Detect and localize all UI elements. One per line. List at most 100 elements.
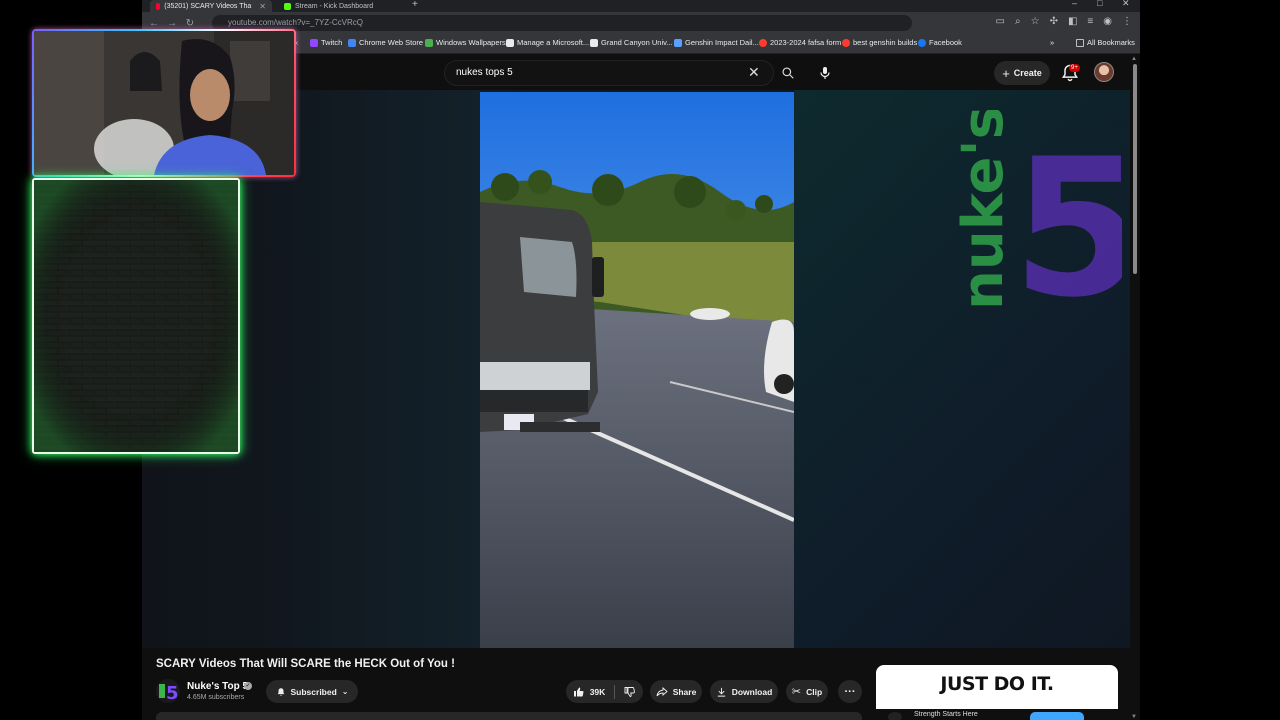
tab-strip: (35201) SCARY Videos Tha ✕ Stream - Kick…	[142, 0, 1140, 12]
bookmark-chrome-web-store[interactable]: Chrome Web Store	[348, 38, 423, 47]
download-button[interactable]: Download	[710, 680, 778, 703]
share-label: Share	[672, 686, 697, 697]
new-tab-icon[interactable]: +	[412, 0, 418, 10]
clear-search-icon[interactable]: ✕	[748, 64, 760, 81]
search-icon	[782, 67, 794, 79]
bookmark-label: Manage a Microsoft...	[517, 38, 590, 47]
side-panel-icon[interactable]: ◧	[1068, 16, 1077, 27]
download-label: Download	[731, 686, 773, 697]
svg-text:5: 5	[166, 683, 179, 703]
microsoft-icon	[506, 38, 514, 47]
bookmark-genshin-builds[interactable]: best genshin builds	[842, 38, 917, 47]
back-icon[interactable]: ←	[145, 18, 163, 29]
scissors-icon: ✂	[791, 686, 802, 698]
facebook-icon	[918, 38, 926, 47]
browser-toolbar: ▭ ⌕ ☆ ✣ ◧ ≡ ◉ ⋮	[996, 16, 1132, 27]
chevron-down-icon: ⌄	[341, 687, 349, 696]
profile-icon[interactable]: ◉	[1103, 16, 1112, 27]
brick-wall-background	[34, 180, 238, 452]
bookmark-windows-wallpapers[interactable]: Windows Wallpapers	[425, 38, 506, 47]
wallpaper-icon	[425, 38, 433, 47]
close-window-icon[interactable]: ✕	[1122, 0, 1130, 9]
maximize-icon[interactable]: □	[1097, 0, 1102, 8]
bookmark-label: Genshin Impact Dail...	[685, 38, 759, 47]
neon-frame-overlay	[32, 178, 240, 454]
twitch-icon	[310, 38, 318, 47]
share-icon	[656, 686, 668, 696]
cast-icon[interactable]: ▭	[996, 16, 1005, 27]
scroll-thumb[interactable]	[1133, 64, 1137, 274]
search-input[interactable]: nukes tops 5	[444, 60, 774, 86]
browser-menu-icon[interactable]: ⋮	[1122, 16, 1132, 27]
svg-text:nuke's: nuke's	[951, 110, 1016, 310]
page-icon	[590, 38, 598, 47]
like-count: 39K	[589, 686, 606, 697]
more-actions-button[interactable]: ···	[838, 680, 862, 703]
account-avatar[interactable]	[1094, 62, 1114, 82]
thumbs-down-icon[interactable]	[624, 686, 636, 698]
bookmark-grand-canyon[interactable]: Grand Canyon Univ...	[590, 38, 673, 47]
ad-cta-button[interactable]	[1030, 712, 1084, 720]
like-dislike-group: 39K	[566, 680, 643, 703]
ad-panel[interactable]: JUST DO IT. Strength Starts Here	[876, 665, 1118, 720]
description-box[interactable]	[156, 712, 862, 720]
scroll-down-icon[interactable]: ▼	[1131, 714, 1137, 720]
tab-label: (35201) SCARY Videos Tha	[164, 2, 252, 10]
video-frame	[480, 92, 794, 648]
bookmark-fafsa[interactable]: 2023-2024 fafsa form	[759, 38, 841, 47]
extensions-icon[interactable]: ✣	[1050, 16, 1058, 27]
all-bookmarks-label: All Bookmarks	[1087, 38, 1135, 47]
plus-icon: +	[1002, 65, 1010, 81]
create-button[interactable]: + Create	[994, 61, 1050, 85]
channel-logo-watermark: nuke's 5	[951, 110, 1122, 310]
tab-kick-dashboard[interactable]: Stream - Kick Dashboard	[278, 0, 403, 12]
bookmark-twitch[interactable]: Twitch	[310, 38, 342, 47]
tab-youtube[interactable]: (35201) SCARY Videos Tha ✕	[150, 0, 272, 12]
bookmark-label: Twitch	[321, 38, 343, 47]
video-background-left	[292, 90, 480, 648]
chrome-web-store-icon	[348, 38, 356, 47]
bookmark-label: Chrome Web Store	[359, 38, 424, 47]
bookmark-microsoft[interactable]: Manage a Microsoft...	[506, 38, 589, 47]
share-button[interactable]: Share	[650, 680, 702, 703]
svg-text:5: 5	[1012, 118, 1122, 310]
video-title: SCARY Videos That Will SCARE the HECK Ou…	[156, 658, 455, 670]
ad-subtext: Strength Starts Here	[914, 711, 978, 718]
clip-button[interactable]: ✂ Clip	[786, 680, 828, 703]
page-scrollbar[interactable]: ▲ ▼	[1130, 56, 1140, 720]
bookmark-genshin-daily[interactable]: Genshin Impact Dail...	[674, 38, 759, 47]
bell-icon	[277, 687, 284, 696]
kick-favicon-icon	[284, 2, 291, 10]
search-button[interactable]	[774, 60, 802, 86]
channel-name[interactable]: Nuke's Top 5	[187, 681, 248, 692]
divider	[614, 684, 616, 699]
minimize-icon[interactable]: –	[1072, 0, 1077, 8]
bookmark-label: Grand Canyon Univ...	[601, 38, 673, 47]
youtube-favicon-icon	[156, 2, 161, 10]
scroll-up-icon[interactable]: ▲	[1131, 56, 1137, 62]
zoom-icon[interactable]: ⌕	[1015, 16, 1021, 27]
like-button[interactable]: 39K	[573, 686, 606, 698]
close-tab-icon[interactable]: ✕	[259, 2, 266, 11]
tab-label: Stream - Kick Dashboard	[295, 2, 374, 10]
voice-search-button[interactable]	[812, 60, 838, 86]
channel-avatar[interactable]: 5	[156, 679, 180, 703]
notification-badge: 9+	[1069, 64, 1080, 72]
fafsa-icon	[759, 38, 767, 47]
bookmark-label: Facebook	[929, 38, 962, 47]
genshin-builds-icon	[842, 38, 850, 47]
bookmark-facebook[interactable]: Facebook	[918, 38, 962, 47]
advertiser-logo	[888, 712, 902, 720]
all-bookmarks[interactable]: All Bookmarks	[1076, 38, 1135, 47]
forward-icon[interactable]: →	[163, 18, 181, 29]
ad-headline: JUST DO IT.	[940, 673, 1054, 695]
reload-icon[interactable]: ↻	[181, 18, 199, 29]
screen: (35201) SCARY Videos Tha ✕ Stream - Kick…	[0, 0, 1280, 720]
url-field[interactable]: youtube.com/watch?v=_7YZ-CcVRcQ	[212, 15, 912, 31]
subscribed-button[interactable]: Subscribed ⌄	[266, 680, 358, 703]
bookmark-star-icon[interactable]: ☆	[1031, 16, 1040, 27]
verified-icon: ✓	[244, 682, 252, 690]
folder-icon	[1076, 38, 1084, 47]
media-controls-icon[interactable]: ≡	[1087, 16, 1093, 27]
bookmarks-more-icon[interactable]: »	[1050, 38, 1054, 47]
